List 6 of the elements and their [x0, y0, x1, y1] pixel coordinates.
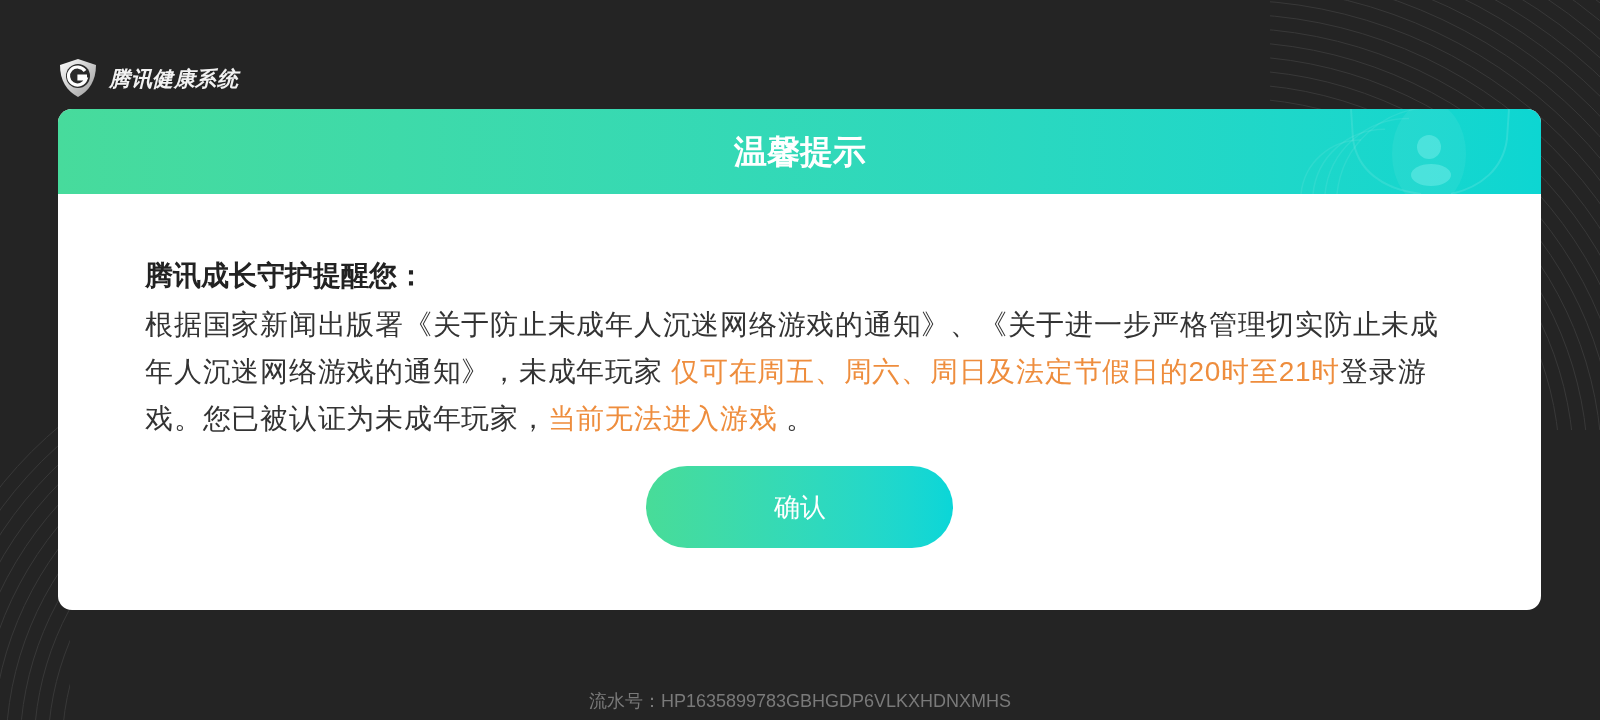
notice-paragraph: 根据国家新闻出版署《关于防止未成年人沉迷网络游戏的通知》、《关于进一步严格管理切实防止未成年人沉迷网络游戏的通知》，未成年玩家 仅可在周五、周六、周日及法定节假日的20时至21时登录游戏。您已被认证为未成年玩家，当前无法进入游戏 。 — [145, 308, 1440, 436]
serial-number-text: 流水号：HP1635899783GBHGDP6VLKXHDNXMHS — [588, 691, 1012, 711]
dialog-title: 温馨提示 — [733, 135, 866, 168]
shield-logo-icon — [58, 58, 98, 98]
confirm-button[interactable]: 确认 — [646, 466, 953, 548]
greeting-text: 腾讯成长守护提醒您： — [145, 259, 426, 293]
